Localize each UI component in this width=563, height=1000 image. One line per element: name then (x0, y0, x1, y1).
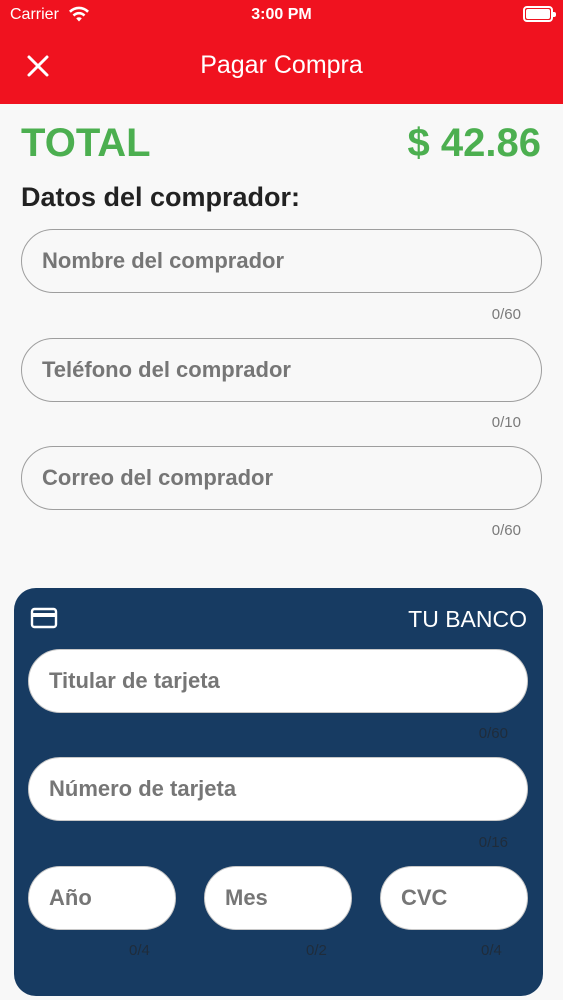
card-number-counter: 0/16 (478, 834, 508, 851)
battery-icon (523, 6, 556, 22)
card-panel: TU BANCO Titular de tarjeta 0/60 Número … (14, 588, 543, 996)
buyer-name-counter: 0/60 (491, 306, 521, 323)
buyer-phone-field[interactable]: Teléfono del comprador (21, 338, 542, 402)
bank-label: TU BANCO (408, 606, 527, 632)
header-bar: Carrier 3:00 PM Pagar Compra (0, 0, 563, 104)
card-holder-field[interactable]: Titular de tarjeta (28, 649, 528, 713)
total-amount: $ 42.86 (407, 121, 541, 165)
card-month-counter: 0/2 (306, 942, 327, 959)
status-time: 3:00 PM (251, 6, 312, 23)
buyer-email-counter: 0/60 (491, 522, 521, 539)
page-title: Pagar Compra (200, 51, 363, 79)
total-label: TOTAL (21, 121, 151, 165)
buyer-section-title: Datos del comprador: (21, 182, 301, 212)
buyer-name-field[interactable]: Nombre del comprador (21, 229, 542, 293)
credit-card-icon (30, 607, 58, 629)
card-cvc-counter: 0/4 (481, 942, 502, 959)
card-holder-counter: 0/60 (478, 725, 508, 742)
card-year-counter: 0/4 (129, 942, 150, 959)
card-month-field[interactable]: Mes (204, 866, 352, 930)
status-bar: Carrier 3:00 PM (0, 0, 563, 30)
card-number-field[interactable]: Número de tarjeta (28, 757, 528, 821)
buyer-phone-counter: 0/10 (491, 414, 521, 431)
buyer-email-field[interactable]: Correo del comprador (21, 446, 542, 510)
card-year-field[interactable]: Año (28, 866, 176, 930)
card-cvc-field[interactable]: CVC (380, 866, 528, 930)
